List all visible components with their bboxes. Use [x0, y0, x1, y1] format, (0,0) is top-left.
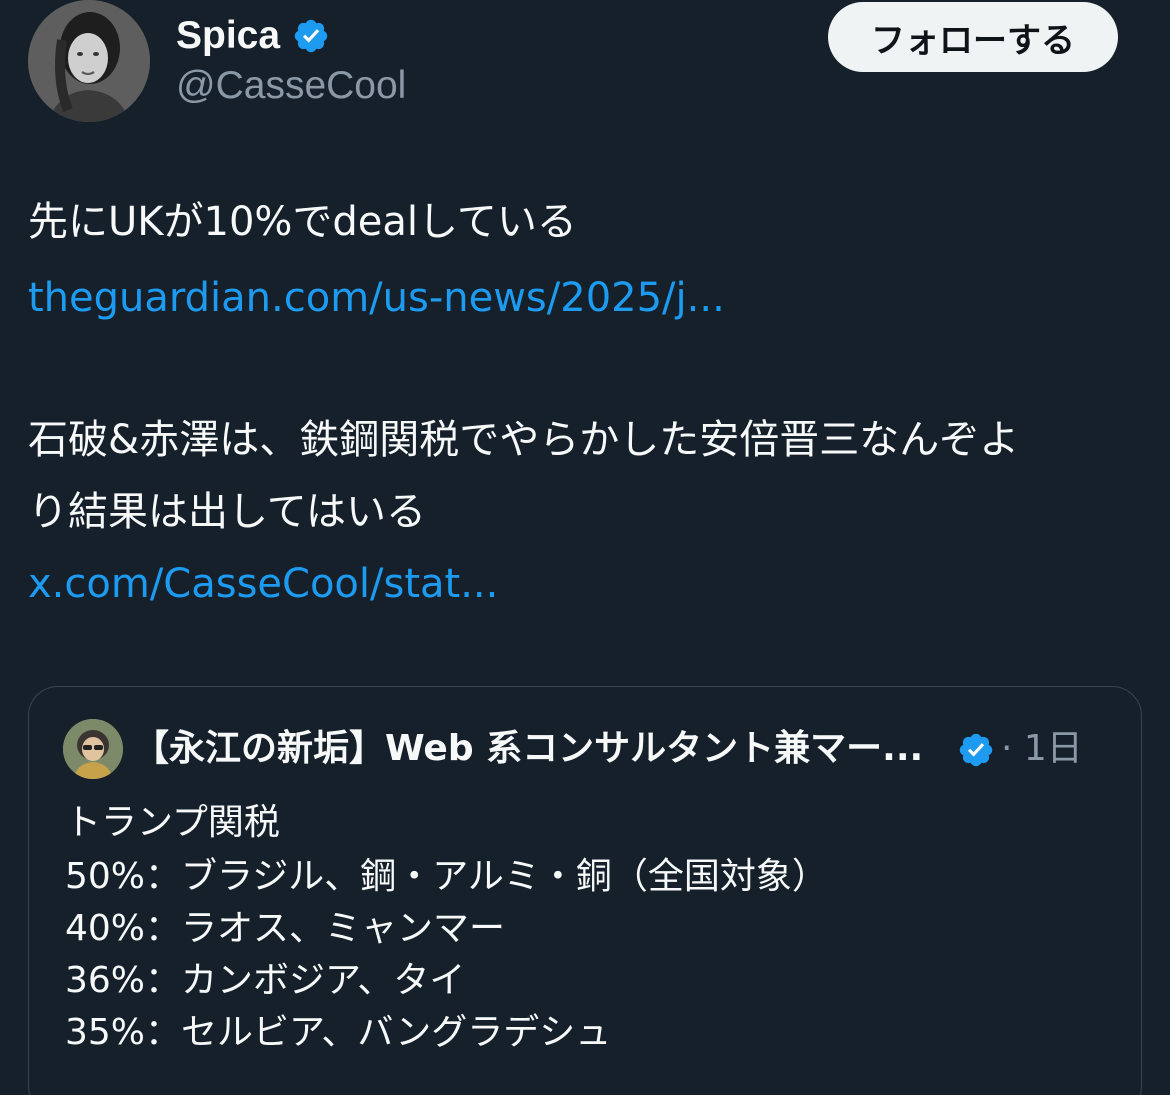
tweet-link-status[interactable]: x.com/CasseCool/stat...: [28, 560, 498, 608]
quoted-tweet-card[interactable]: 【永江の新垢】Web 系コンサルタント兼マー... · 1日 トランプ関税 50…: [28, 686, 1142, 1095]
author-display-name[interactable]: Spica: [176, 14, 330, 58]
quoted-text-line: 50%：ブラジル、鋼・アルミ・銅（全国対象）: [65, 856, 828, 897]
verified-badge-icon: [294, 19, 328, 53]
quoted-text-line: トランプ関税: [65, 802, 280, 843]
follow-button[interactable]: フォローする: [828, 2, 1118, 72]
quoted-text-line: 40%：ラオス、ミャンマー: [65, 908, 506, 949]
quoted-timestamp[interactable]: · 1日: [1001, 727, 1083, 771]
tweet-text-line-1: 先にUKが10%でdealしている: [28, 199, 577, 245]
quoted-text-line: 36%：カンボジア、タイ: [65, 960, 466, 1001]
quoted-author-name[interactable]: 【永江の新垢】Web 系コンサルタント兼マー...: [133, 727, 923, 771]
tweet-text-line-2: 石破&赤澤は、鉄鋼関税でやらかした安倍晋三なんぞよ: [28, 417, 1020, 463]
tweet-text-line-3: り結果は出してはいる: [28, 489, 426, 535]
quoted-verified-badge-icon: [959, 733, 993, 767]
author-avatar[interactable]: [28, 0, 150, 122]
quoted-author-avatar[interactable]: [63, 719, 123, 779]
author-handle[interactable]: @CasseCool: [176, 64, 406, 108]
quoted-text-line: 35%：セルビア、バングラデシュ: [65, 1012, 612, 1053]
tweet-link-guardian[interactable]: theguardian.com/us-news/2025/j...: [28, 274, 725, 322]
author-name-text: Spica: [176, 14, 281, 57]
